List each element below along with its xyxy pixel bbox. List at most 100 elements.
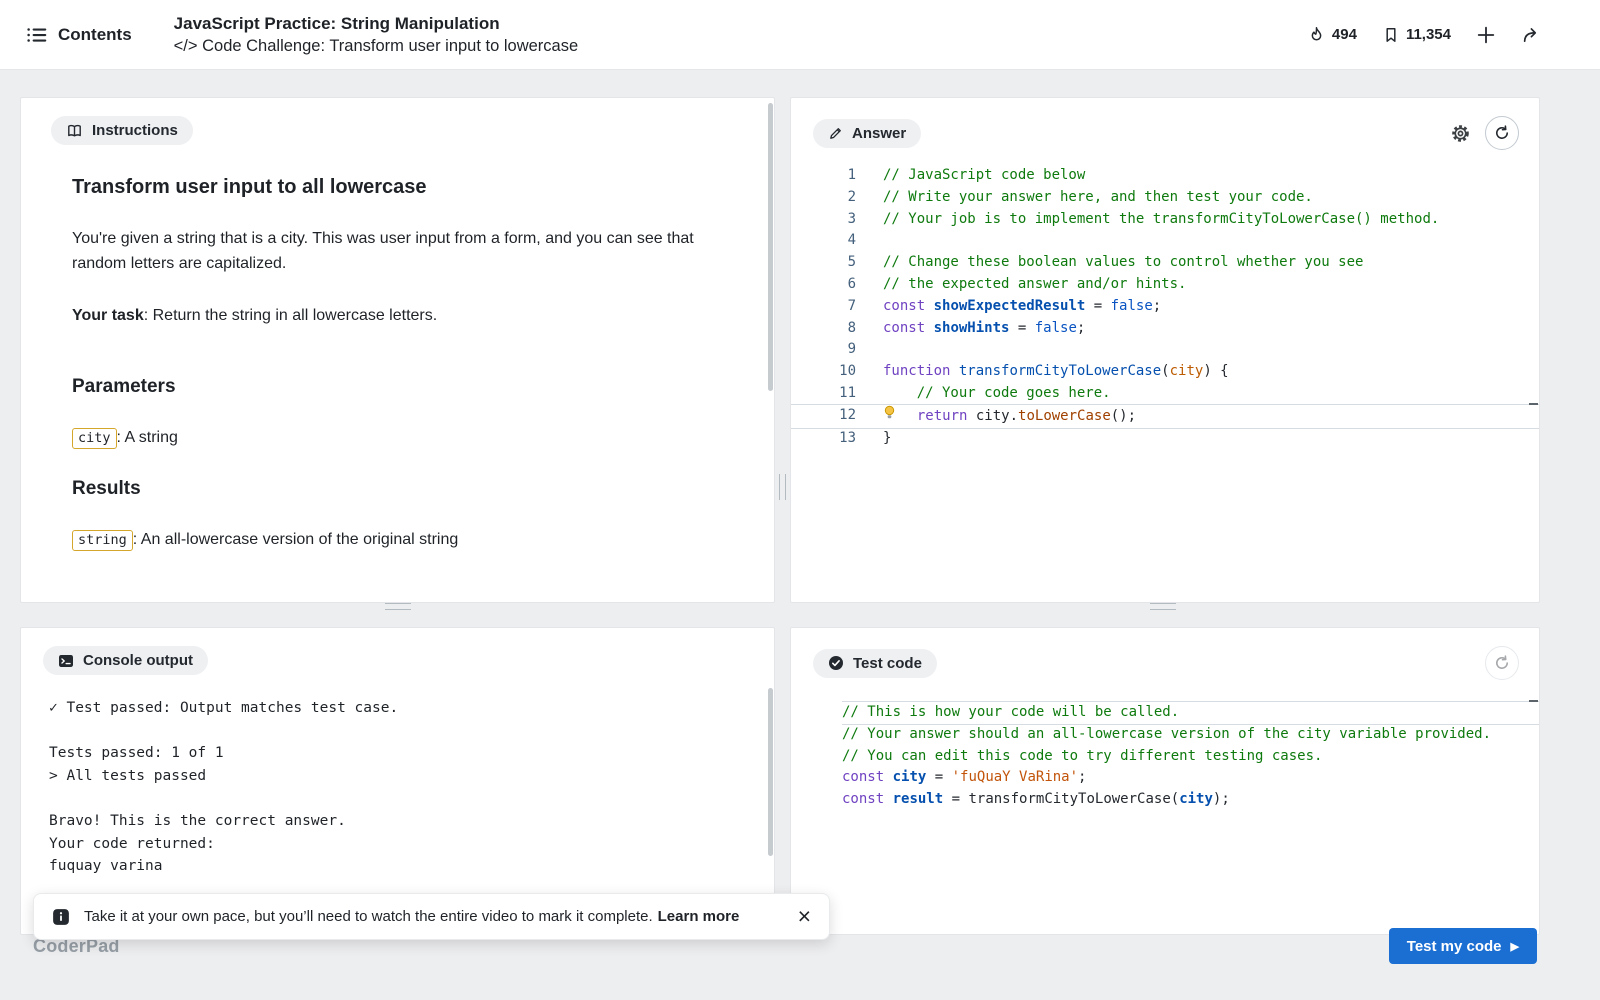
code-line[interactable]: 10function transformCityToLowerCase(city… — [791, 361, 1539, 383]
reset-icon — [1494, 655, 1510, 671]
console-line: Tests passed: 1 of 1 — [49, 742, 774, 765]
code-line[interactable]: 11 // Your code goes here. — [791, 383, 1539, 405]
run-button-label: Test my code — [1407, 938, 1502, 955]
test-code-panel: Test code // This is how your code will … — [790, 627, 1540, 935]
contents-label: Contents — [58, 25, 132, 45]
terminal-icon — [58, 653, 74, 669]
gear-icon — [1450, 123, 1471, 144]
share-forward-icon — [1521, 26, 1540, 44]
line-number: 6 — [791, 274, 856, 296]
parameter-line: city: A string — [72, 425, 714, 451]
code-text: // Change these boolean values to contro… — [856, 252, 1363, 274]
code-line[interactable]: 8const showHints = false; — [791, 318, 1539, 340]
line-number: 8 — [791, 318, 856, 340]
add-button[interactable] — [1477, 26, 1495, 44]
bookmark-stat[interactable]: 11,354 — [1383, 26, 1451, 44]
console-badge-label: Console output — [83, 652, 193, 669]
code-text: const result = transformCityToLowerCase(… — [842, 789, 1230, 811]
code-line[interactable]: 6// the expected answer and/or hints. — [791, 274, 1539, 296]
test-my-code-button[interactable]: Test my code ▶ — [1389, 928, 1537, 964]
resize-handle-right[interactable] — [1150, 603, 1176, 610]
console-line: > All tests passed — [49, 765, 774, 788]
learn-more-link[interactable]: Learn more — [658, 908, 740, 925]
code-text: function transformCityToLowerCase(city) … — [856, 361, 1229, 383]
answer-code-editor[interactable]: 1// JavaScript code below2// Write your … — [791, 165, 1539, 449]
code-line[interactable]: const result = transformCityToLowerCase(… — [842, 789, 1539, 811]
code-text: // Your answer should an all-lowercase v… — [842, 724, 1491, 746]
workspace: Instructions Transform user input to all… — [0, 70, 1600, 1000]
code-line[interactable]: const city = 'fuQuaY VaRina'; — [842, 767, 1539, 789]
reset-answer-button[interactable] — [1485, 116, 1519, 150]
toast-message: Take it at your own pace, but you’ll nee… — [84, 908, 739, 925]
param-desc: : A string — [117, 429, 178, 446]
test-code-editor[interactable]: // This is how your code will be called.… — [791, 702, 1539, 811]
hint-lightbulb-icon[interactable] — [883, 405, 900, 428]
code-line[interactable]: 13} — [791, 428, 1539, 450]
instructions-body: Transform user input to all lowercase Yo… — [21, 145, 774, 553]
line-number: 4 — [791, 230, 856, 252]
streak-stat[interactable]: 494 — [1308, 26, 1357, 44]
header-actions: 494 11,354 — [1308, 26, 1540, 44]
code-line[interactable]: 5// Change these boolean values to contr… — [791, 252, 1539, 274]
play-icon: ▶ — [1511, 940, 1519, 953]
reset-test-code-button[interactable] — [1485, 646, 1519, 680]
console-panel: Console output ✓ Test passed: Output mat… — [20, 627, 775, 935]
line-number: 9 — [791, 339, 856, 361]
pencil-icon — [828, 126, 843, 141]
test-code-badge: Test code — [813, 649, 937, 678]
test-code-badge-label: Test code — [853, 655, 922, 672]
resize-handle-vertical[interactable] — [779, 474, 786, 500]
challenge-heading: Transform user input to all lowercase — [72, 175, 714, 200]
info-icon — [52, 908, 70, 926]
page-title: JavaScript Practice: String Manipulation — [174, 14, 578, 34]
contents-button[interactable]: Contents — [25, 25, 132, 45]
param-code-chip: city — [72, 428, 117, 449]
code-text: const showHints = false; — [856, 318, 1085, 340]
code-text: const city = 'fuQuaY VaRina'; — [842, 767, 1086, 789]
challenge-task: Your task: Return the string in all lowe… — [72, 303, 714, 328]
editor-settings-button[interactable] — [1450, 123, 1471, 144]
code-line[interactable]: // This is how your code will be called. — [842, 702, 1539, 724]
share-button[interactable] — [1521, 26, 1540, 44]
console-line: Bravo! This is the correct answer. — [49, 810, 774, 833]
reset-icon — [1494, 125, 1510, 141]
line-number: 11 — [791, 383, 856, 405]
code-text: // This is how your code will be called. — [842, 702, 1179, 724]
line-number: 10 — [791, 361, 856, 383]
video-progress-toast: Take it at your own pace, but you’ll nee… — [33, 893, 830, 940]
bookmark-count: 11,354 — [1406, 26, 1451, 43]
console-line: Your code returned: — [49, 833, 774, 856]
code-line[interactable]: 3// Your job is to implement the transfo… — [791, 209, 1539, 231]
close-toast-button[interactable]: × — [798, 905, 811, 928]
bookmark-icon — [1383, 26, 1399, 44]
plus-icon — [1477, 26, 1495, 44]
code-text — [856, 339, 891, 361]
code-line[interactable]: // You can edit this code to try differe… — [842, 746, 1539, 768]
book-icon — [66, 123, 83, 139]
instructions-badge: Instructions — [51, 116, 193, 145]
code-line[interactable]: 2// Write your answer here, and then tes… — [791, 187, 1539, 209]
line-number: 1 — [791, 165, 856, 187]
console-output: ✓ Test passed: Output matches test case.… — [21, 675, 774, 878]
console-scrollbar[interactable] — [768, 688, 773, 856]
result-code-chip: string — [72, 530, 133, 551]
code-line[interactable]: // Your answer should an all-lowercase v… — [842, 724, 1539, 746]
code-line[interactable]: 12 return city.toLowerCase(); — [791, 405, 1539, 428]
resize-handle-left[interactable] — [385, 603, 411, 610]
line-number: 12 — [791, 405, 856, 428]
code-text: } — [856, 428, 891, 450]
console-line: fuquay varina — [49, 855, 774, 878]
code-text: // Your job is to implement the transfor… — [856, 209, 1439, 231]
code-line[interactable]: 9 — [791, 339, 1539, 361]
task-text: : Return the string in all lowercase let… — [144, 307, 437, 324]
code-line[interactable]: 7const showExpectedResult = false; — [791, 296, 1539, 318]
code-line[interactable]: 1// JavaScript code below — [791, 165, 1539, 187]
result-line: string: An all-lowercase version of the … — [72, 527, 714, 553]
flame-icon — [1308, 26, 1325, 44]
answer-panel: Answer — [790, 97, 1540, 603]
page-subtitle: </> Code Challenge: Transform user input… — [174, 37, 578, 56]
code-line[interactable]: 4 — [791, 230, 1539, 252]
instructions-scrollbar[interactable] — [768, 103, 773, 391]
console-line: ✓ Test passed: Output matches test case. — [49, 697, 774, 720]
streak-count: 494 — [1332, 26, 1357, 43]
